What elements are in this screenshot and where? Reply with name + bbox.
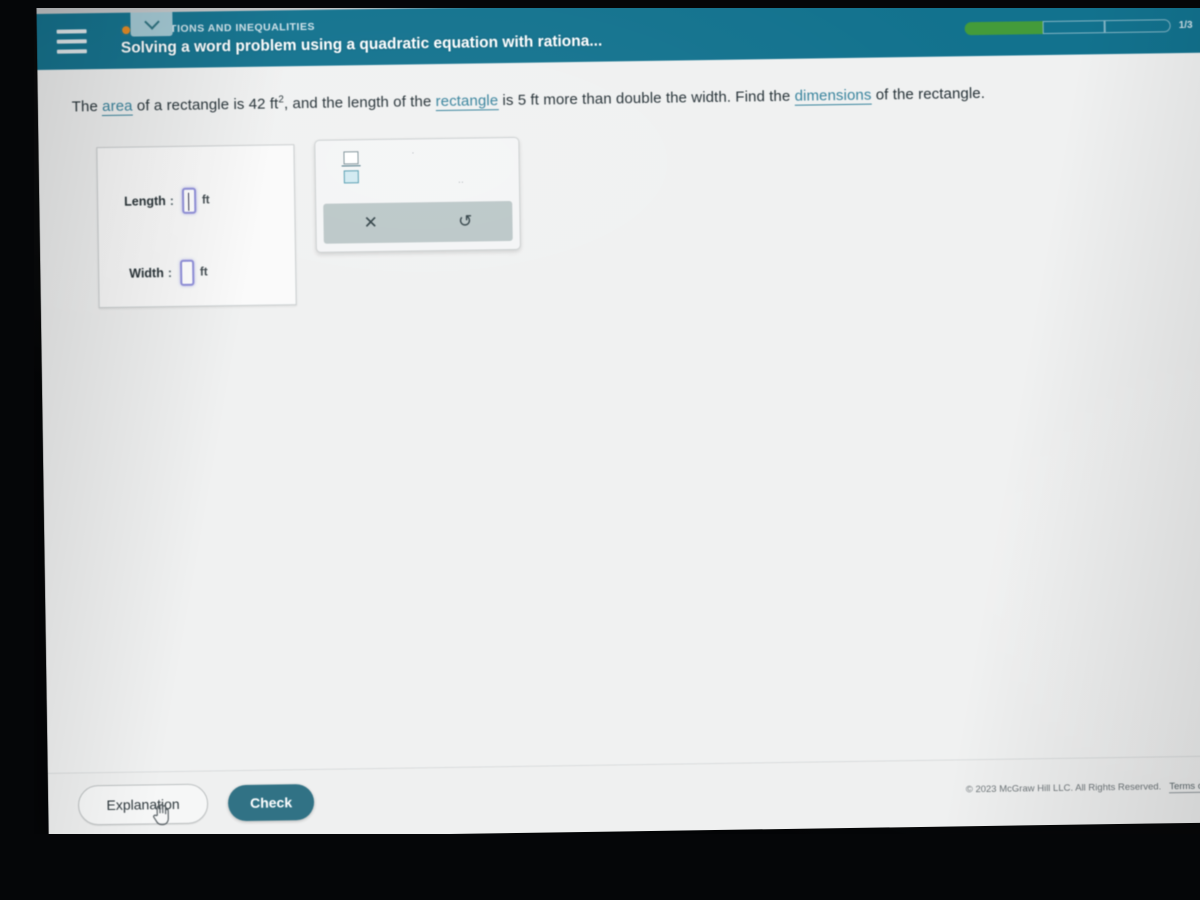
width-input[interactable] xyxy=(179,259,195,286)
problem-text-4: is 5 ft more than double the width. Find… xyxy=(498,87,795,110)
progress-track xyxy=(964,18,1171,35)
answer-label-length: Length xyxy=(124,194,166,209)
problem-text-5: of the rectangle. xyxy=(871,84,986,104)
explanation-button[interactable]: Explanation xyxy=(77,783,209,826)
glossary-link-area[interactable]: area xyxy=(102,97,133,117)
fraction-numerator-box xyxy=(342,150,359,165)
glossary-link-dimensions[interactable]: dimensions xyxy=(794,86,872,106)
problem-content-area: The area of a rectangle is 42 ft2, and t… xyxy=(37,52,1200,773)
clear-button[interactable]: ✕ xyxy=(323,202,418,243)
problem-text-3: , and the length of the xyxy=(283,93,436,113)
answer-label-width: Width xyxy=(129,266,164,281)
length-unit: ft xyxy=(201,194,210,207)
collapse-panel-toggle[interactable] xyxy=(130,11,173,37)
glossary-link-rectangle[interactable]: rectangle xyxy=(435,92,499,112)
progress-segment-2 xyxy=(1042,19,1105,34)
fraction-denominator-box xyxy=(343,170,359,184)
length-input[interactable] xyxy=(181,187,197,214)
action-buttons: Explanation Check xyxy=(77,782,315,826)
terms-of-use-link[interactable]: Terms of Us xyxy=(1169,780,1200,794)
answer-card: Length : ft Width : ft xyxy=(96,144,297,309)
screen-bezel-bottom xyxy=(0,834,1200,900)
math-keypad-bottom-row: ✕ ↺ xyxy=(323,200,513,244)
header-title-block: EQUATIONS AND INEQUALITIES Solving a wor… xyxy=(120,12,965,56)
progress-indicator: 1/3 xyxy=(964,18,1193,35)
check-button[interactable]: Check xyxy=(227,783,315,822)
screen-content: EQUATIONS AND INEQUALITIES Solving a wor… xyxy=(36,0,1200,840)
progress-segment-3 xyxy=(1104,18,1171,33)
answer-row-width: Width : ft xyxy=(129,259,208,286)
text-caret xyxy=(187,192,190,211)
hamburger-menu-icon[interactable] xyxy=(56,29,87,54)
progress-label: 1/3 xyxy=(1178,19,1193,31)
math-keypad-toolbar: · ·· ✕ ↺ xyxy=(314,136,521,253)
undo-button[interactable]: ↺ xyxy=(418,201,513,242)
problem-text-2: of a rectangle is 42 ft xyxy=(132,95,279,115)
screen-photo: EQUATIONS AND INEQUALITIES Solving a wor… xyxy=(0,0,1200,900)
screen-bezel-left xyxy=(0,0,34,900)
answer-row-length: Length : ft xyxy=(124,187,210,214)
width-unit: ft xyxy=(199,266,208,279)
footer-copyright: © 2023 McGraw Hill LLC. All Rights Reser… xyxy=(965,780,1200,796)
answer-colon-width: : xyxy=(167,266,173,281)
problem-text-1: The xyxy=(71,98,103,116)
fraction-template-icon[interactable] xyxy=(337,148,364,186)
fraction-bar xyxy=(341,164,361,167)
math-keypad-top-row: · ·· xyxy=(315,138,519,207)
keypad-hint-a: · xyxy=(411,147,415,158)
copyright-text: © 2023 McGraw Hill LLC. All Rights Reser… xyxy=(965,781,1162,796)
progress-segment-1 xyxy=(964,20,1043,35)
problem-statement: The area of a rectangle is 42 ft2, and t… xyxy=(71,81,1194,117)
chevron-down-icon xyxy=(143,13,160,30)
answer-colon-length: : xyxy=(169,193,175,209)
keypad-hint-b: ·· xyxy=(457,176,464,187)
